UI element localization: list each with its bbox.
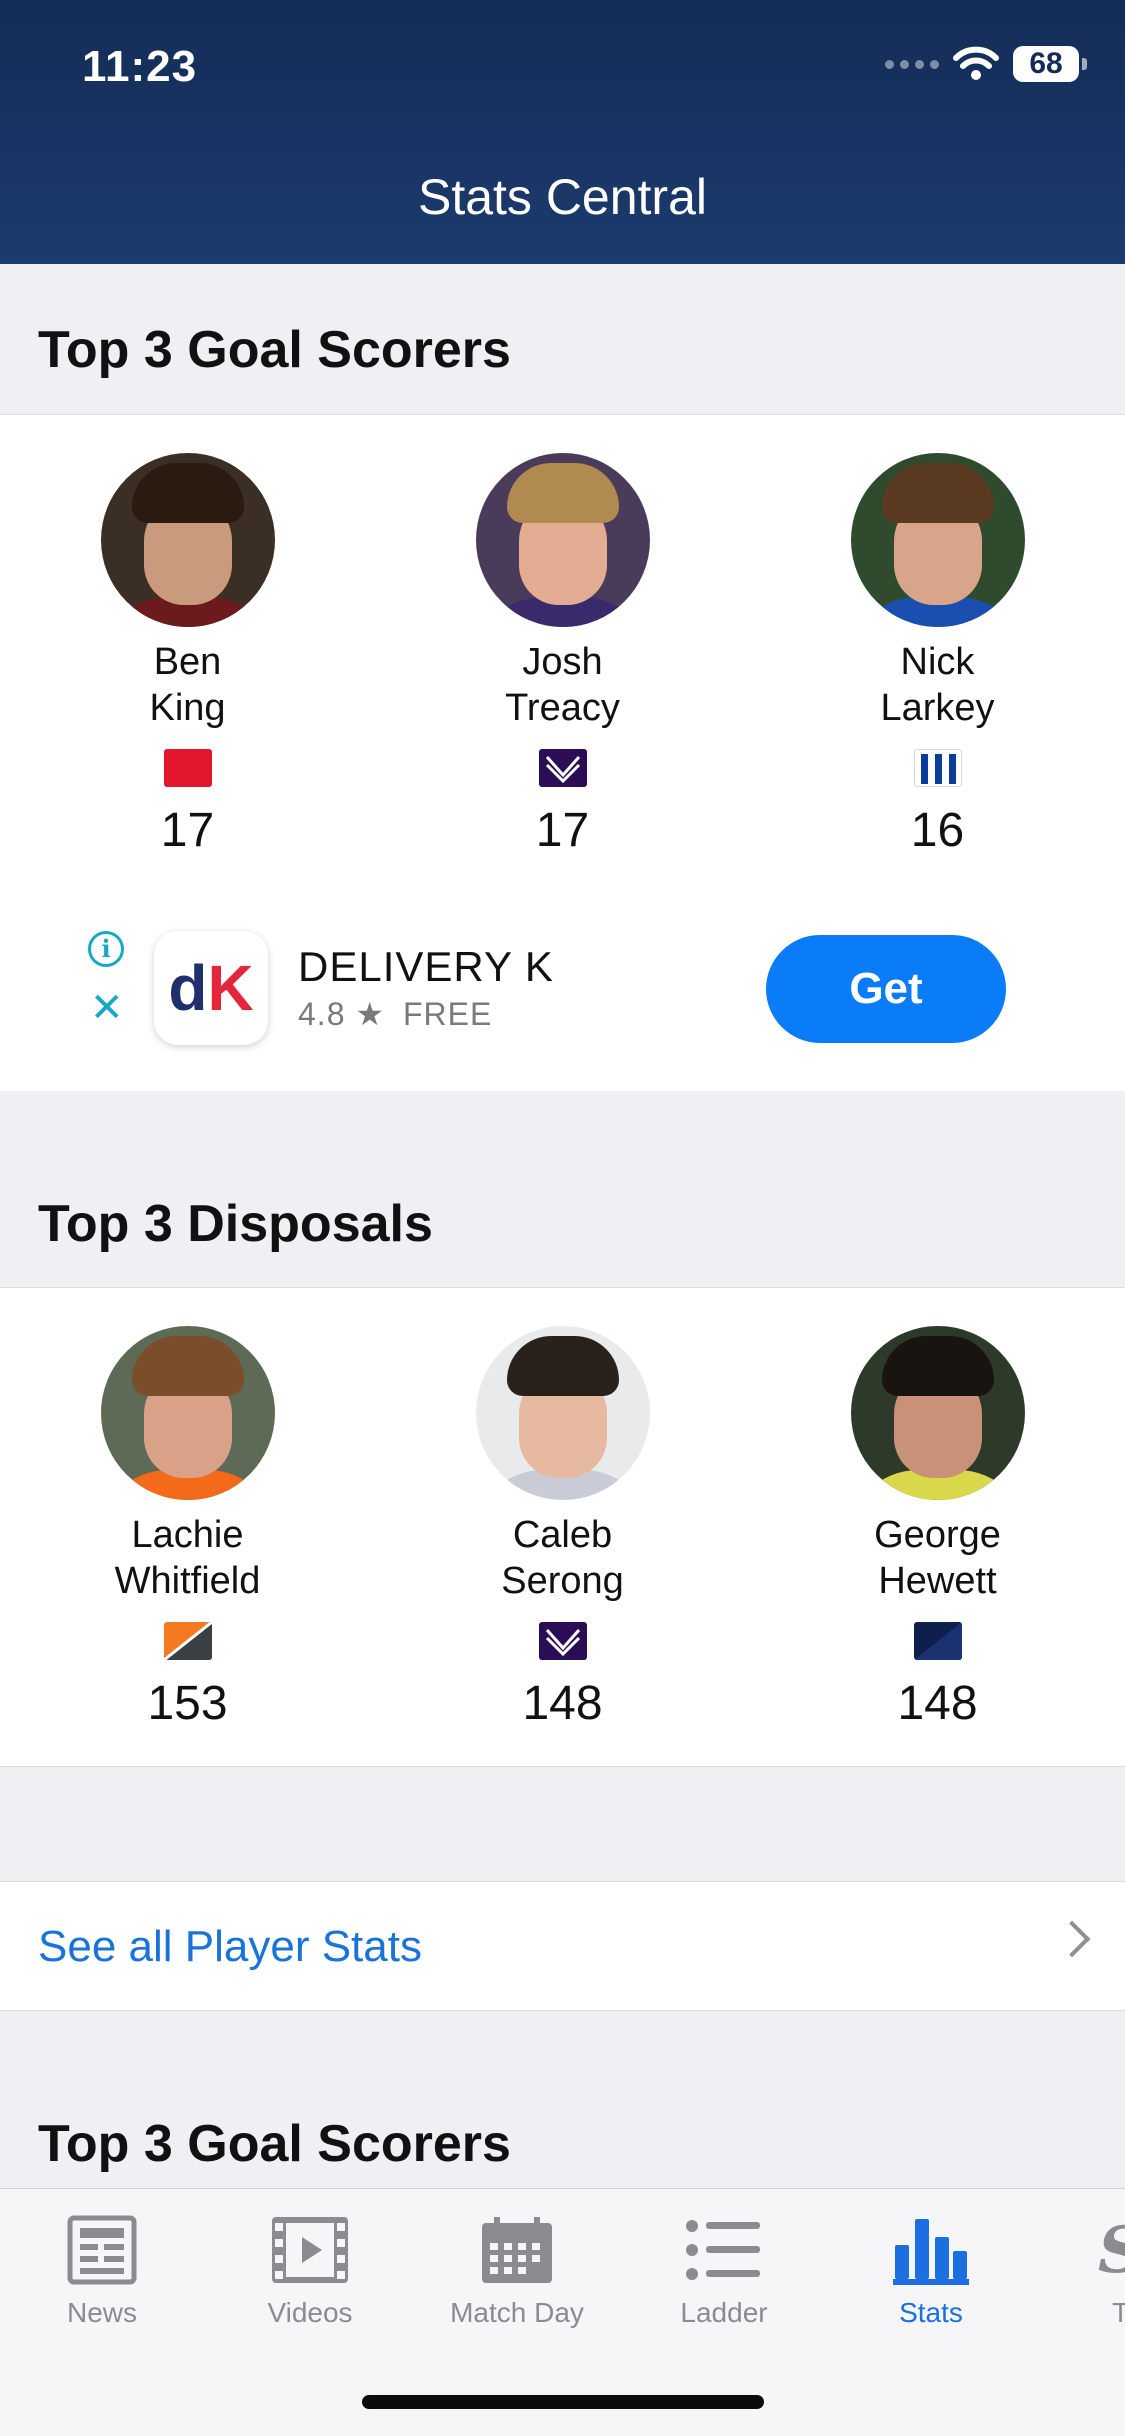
- navy-club-flag-icon: [913, 1622, 962, 1660]
- calendar-icon: [417, 2205, 617, 2295]
- status-icons: 68: [885, 46, 1087, 82]
- tab-news[interactable]: News: [2, 2205, 202, 2329]
- tab-stats[interactable]: Stats: [831, 2205, 1031, 2329]
- stat-value: 148: [522, 1677, 603, 1730]
- purple-chevron-club-flag-icon: [538, 749, 587, 787]
- goal-scorers-card: Ben King 17 Josh Treacy 17 Nick Larkey 1…: [0, 414, 1125, 894]
- avatar: [475, 453, 650, 627]
- ad-close-icon[interactable]: ✕: [90, 985, 124, 1031]
- avatar: [100, 453, 275, 627]
- star-icon: ★: [355, 996, 395, 1032]
- tab-ladder[interactable]: Ladder: [624, 2205, 824, 2329]
- tab-videos[interactable]: Videos: [210, 2205, 410, 2329]
- tab-label: T: [1112, 2297, 1125, 2328]
- newspaper-icon: [2, 2205, 202, 2295]
- stat-value: 17: [535, 804, 590, 857]
- stat-value: 153: [147, 1677, 228, 1730]
- purple-chevron-club-flag-icon: [538, 1622, 587, 1660]
- battery-icon: 68: [1013, 46, 1087, 82]
- header-bar: 11:23 68 Stats Central: [0, 0, 1125, 264]
- tab-match-day[interactable]: Match Day: [417, 2205, 617, 2329]
- ad-logo-letter-d: d: [168, 952, 208, 1024]
- player-first-name: Caleb: [512, 1514, 613, 1556]
- disposals-card: Lachie Whitfield 153 Caleb Serong 148 Ge…: [0, 1287, 1125, 1767]
- tab-label: Stats: [899, 2297, 963, 2328]
- tab-label: Videos: [267, 2297, 353, 2328]
- bar-chart-icon: [831, 2205, 1031, 2295]
- tab-label: Ladder: [680, 2297, 768, 2328]
- section-title-goal-scorers-2: Top 3 Goal Scorers: [38, 2115, 511, 2173]
- avatar: [850, 1326, 1025, 1500]
- film-icon: [210, 2205, 410, 2295]
- orange-charcoal-club-flag-icon: [163, 1622, 212, 1660]
- player-first-name: Josh: [522, 641, 603, 683]
- player-last-name: Serong: [501, 1560, 624, 1602]
- player-last-name: Hewett: [878, 1560, 997, 1602]
- player-card[interactable]: Caleb Serong 148: [375, 1288, 750, 1766]
- ad-rating: 4.8: [298, 996, 346, 1032]
- app-ad-banner: i ✕ dK DELIVERY K 4.8 ★ FREE Get: [0, 893, 1125, 1091]
- red-club-flag-icon: [163, 749, 212, 787]
- stat-value: 17: [160, 804, 215, 857]
- player-card[interactable]: Josh Treacy 17: [375, 415, 750, 893]
- ad-app-logo[interactable]: dK: [154, 931, 268, 1045]
- section-title-disposals: Top 3 Disposals: [38, 1195, 433, 1253]
- stat-value: 148: [897, 1677, 978, 1730]
- player-first-name: Lachie: [131, 1514, 244, 1556]
- stat-value: 16: [910, 804, 965, 857]
- player-card[interactable]: Ben King 17: [0, 415, 375, 893]
- more-tab-icon: S: [1038, 2205, 1125, 2295]
- player-last-name: King: [149, 687, 226, 729]
- tab-label: News: [66, 2297, 137, 2328]
- page-title: Stats Central: [417, 169, 707, 225]
- player-first-name: Nick: [900, 641, 975, 683]
- ad-app-meta: 4.8 ★ FREE: [298, 995, 492, 1033]
- player-last-name: Treacy: [505, 687, 620, 729]
- player-last-name: Whitfield: [114, 1560, 261, 1602]
- chevron-right-icon: [1053, 1920, 1091, 1958]
- tab-label: Match Day: [450, 2297, 584, 2328]
- ad-get-button[interactable]: Get: [766, 935, 1006, 1043]
- list-icon: [624, 2205, 824, 2295]
- player-card[interactable]: Nick Larkey 16: [750, 415, 1125, 893]
- tab-more[interactable]: S T: [1038, 2205, 1125, 2329]
- home-indicator: [362, 2395, 764, 2409]
- avatar: [850, 453, 1025, 627]
- wifi-icon: [953, 46, 999, 80]
- ad-logo-letter-k: K: [207, 952, 254, 1024]
- blue-white-stripes-club-flag-icon: [913, 749, 962, 787]
- avatar: [475, 1326, 650, 1500]
- player-last-name: Larkey: [880, 687, 995, 729]
- see-all-player-stats-row[interactable]: See all Player Stats: [0, 1881, 1125, 2011]
- player-card[interactable]: Lachie Whitfield 153: [0, 1288, 375, 1766]
- player-card[interactable]: George Hewett 148: [750, 1288, 1125, 1766]
- see-all-player-stats-link[interactable]: See all Player Stats: [38, 1922, 422, 1972]
- ad-app-name: DELIVERY K: [298, 943, 554, 990]
- player-first-name: Ben: [153, 641, 222, 683]
- avatar: [100, 1326, 275, 1500]
- ad-info-icon[interactable]: i: [88, 931, 124, 967]
- ad-price: FREE: [402, 996, 493, 1032]
- status-time: 11:23: [82, 42, 198, 91]
- cellular-signal-icon: [885, 59, 939, 69]
- section-title-goal-scorers: Top 3 Goal Scorers: [38, 321, 511, 379]
- player-first-name: George: [874, 1514, 1001, 1556]
